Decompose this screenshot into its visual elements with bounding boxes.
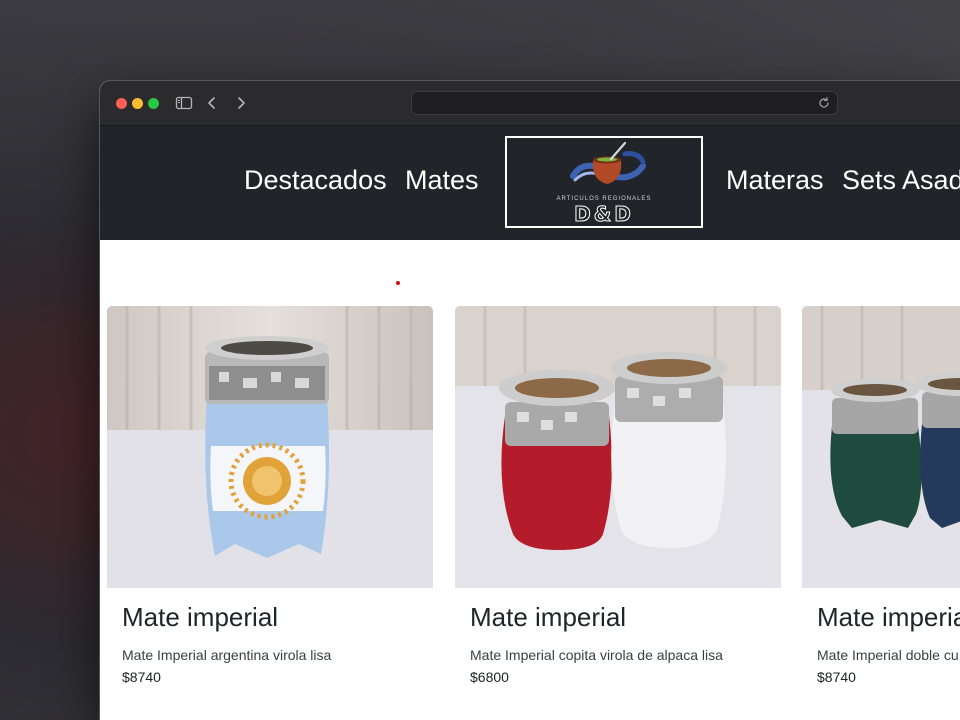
nav-link-materas[interactable]: Materas xyxy=(726,164,824,196)
logo-name: D&D xyxy=(574,202,634,227)
nav-link-destacados[interactable]: Destacados xyxy=(244,164,387,196)
product-title[interactable]: Mate imperia xyxy=(817,602,960,633)
site-header: Destacados Mates ARTICULOS REGIONALES D&… xyxy=(100,126,960,240)
product-card[interactable]: Mate imperial Mate Imperial argentina vi… xyxy=(107,306,433,720)
product-section: Mate imperial Mate Imperial argentina vi… xyxy=(100,240,960,720)
product-description-text: Mate Imperial doble cu alpaca lisa xyxy=(817,647,960,663)
minimize-window-button[interactable] xyxy=(132,98,143,109)
product-image[interactable] xyxy=(107,306,433,588)
product-price: $8740 xyxy=(817,669,856,685)
mate-logo-icon xyxy=(570,141,646,184)
close-window-button[interactable] xyxy=(116,98,127,109)
product-image[interactable] xyxy=(802,306,960,588)
product-title[interactable]: Mate imperial xyxy=(122,602,278,633)
product-description-text: Mate Imperial argentina virola lisa xyxy=(122,647,332,663)
zoom-window-button[interactable] xyxy=(148,98,159,109)
chevron-left-icon[interactable] xyxy=(202,93,222,113)
product-description-text: Mate Imperial copita virola de alpaca li… xyxy=(470,647,723,663)
browser-window: Destacados Mates ARTICULOS REGIONALES D&… xyxy=(100,81,960,720)
address-bar[interactable] xyxy=(411,91,838,115)
chevron-right-icon[interactable] xyxy=(231,93,251,113)
product-description: Mate Imperial copita virola de alpaca li… xyxy=(470,644,770,688)
site-logo[interactable]: ARTICULOS REGIONALES D&D xyxy=(505,136,703,228)
product-price: $6800 xyxy=(470,669,509,685)
product-card[interactable]: Mate imperial Mate Imperial copita virol… xyxy=(455,306,781,720)
browser-toolbar xyxy=(100,81,960,126)
product-price: $8740 xyxy=(122,669,161,685)
product-image[interactable] xyxy=(455,306,781,588)
nav-link-mates[interactable]: Mates xyxy=(405,164,479,196)
sidebar-icon[interactable] xyxy=(174,93,194,113)
product-title[interactable]: Mate imperial xyxy=(470,602,626,633)
product-description: Mate Imperial doble cu alpaca lisa $8740 xyxy=(817,644,960,688)
reload-icon[interactable] xyxy=(817,96,831,110)
product-card[interactable]: Mate imperia Mate Imperial doble cu alpa… xyxy=(802,306,960,720)
nav-link-sets-asado[interactable]: Sets Asad xyxy=(842,164,960,196)
product-description: Mate Imperial argentina virola lisa $874… xyxy=(122,644,422,688)
decorative-dot xyxy=(396,281,400,285)
